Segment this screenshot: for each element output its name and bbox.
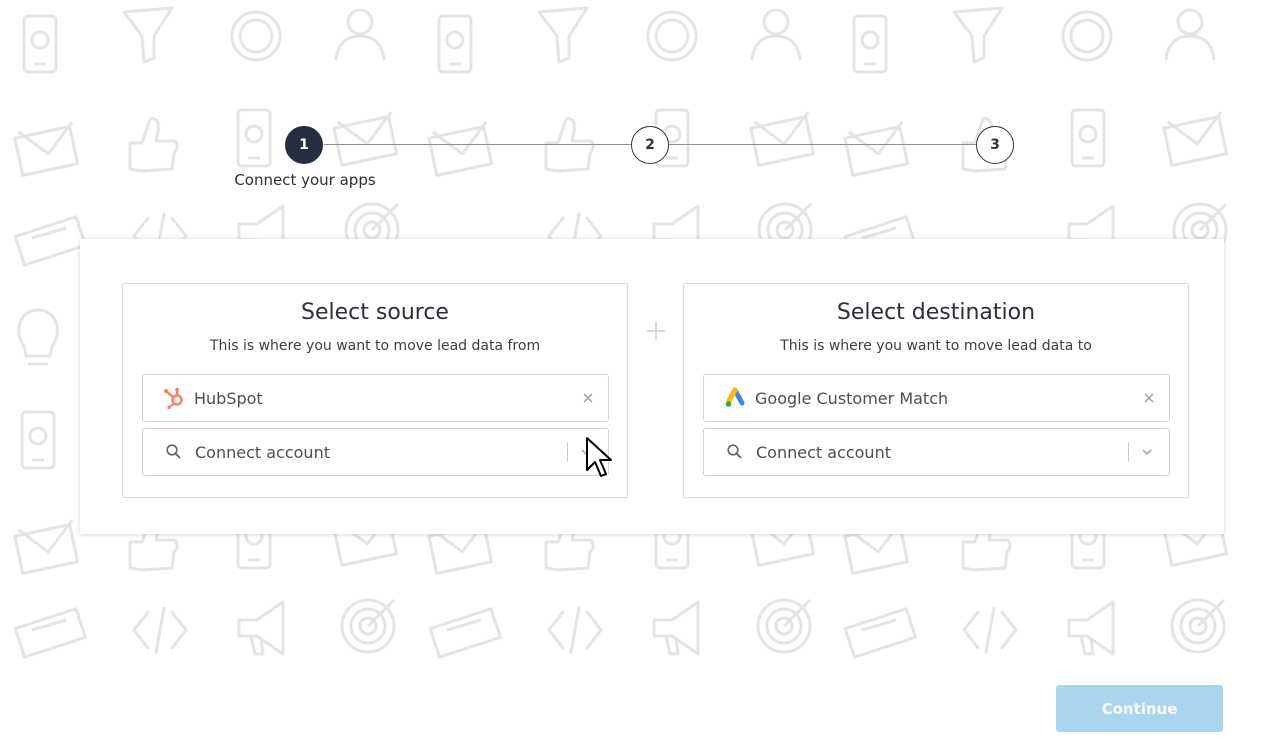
source-account-select[interactable]: Connect account bbox=[142, 428, 609, 476]
destination-clear-icon[interactable] bbox=[1139, 388, 1159, 408]
destination-subtitle: This is where you want to move lead data… bbox=[780, 338, 1092, 354]
google-ads-logo-icon bbox=[723, 386, 747, 410]
source-subtitle: This is where you want to move lead data… bbox=[209, 338, 541, 354]
destination-app-select[interactable]: Google Customer Match bbox=[703, 374, 1170, 422]
destination-title: Select destination bbox=[836, 300, 1036, 325]
plus-icon bbox=[647, 322, 665, 340]
source-clear-icon[interactable] bbox=[578, 388, 598, 408]
source-panel: Select source This is where you want to … bbox=[122, 283, 628, 498]
step-1-indicator[interactable]: 1 bbox=[285, 126, 323, 164]
source-app-name: HubSpot bbox=[194, 388, 263, 408]
connect-apps-card: Select source This is where you want to … bbox=[80, 239, 1224, 534]
destination-account-select[interactable]: Connect account bbox=[703, 428, 1170, 476]
source-title: Select source bbox=[301, 300, 449, 325]
hubspot-logo-icon bbox=[162, 386, 186, 410]
step-2-number: 2 bbox=[645, 137, 655, 153]
search-icon bbox=[165, 443, 183, 461]
source-app-select[interactable]: HubSpot bbox=[142, 374, 609, 422]
step-2-indicator[interactable]: 2 bbox=[631, 126, 669, 164]
step-1-number: 1 bbox=[299, 137, 309, 153]
step-connector-2 bbox=[669, 144, 976, 145]
destination-app-name: Google Customer Match bbox=[755, 388, 949, 408]
step-1-label: Connect your apps bbox=[234, 171, 376, 189]
search-icon bbox=[726, 443, 744, 461]
dropdown-separator bbox=[1128, 442, 1129, 462]
dropdown-separator bbox=[567, 442, 568, 462]
destination-panel: Select destination This is where you wan… bbox=[683, 283, 1189, 498]
step-connector-1 bbox=[324, 144, 631, 145]
progress-stepper: 1 2 3 Connect your apps bbox=[0, 0, 1271, 200]
source-account-placeholder: Connect account bbox=[195, 442, 330, 462]
destination-account-placeholder: Connect account bbox=[756, 442, 891, 462]
continue-button[interactable]: Continue bbox=[1056, 685, 1223, 732]
step-3-indicator[interactable]: 3 bbox=[976, 126, 1014, 164]
chevron-down-icon[interactable] bbox=[1137, 442, 1157, 462]
chevron-down-icon[interactable] bbox=[576, 442, 596, 462]
step-3-number: 3 bbox=[990, 137, 1000, 153]
